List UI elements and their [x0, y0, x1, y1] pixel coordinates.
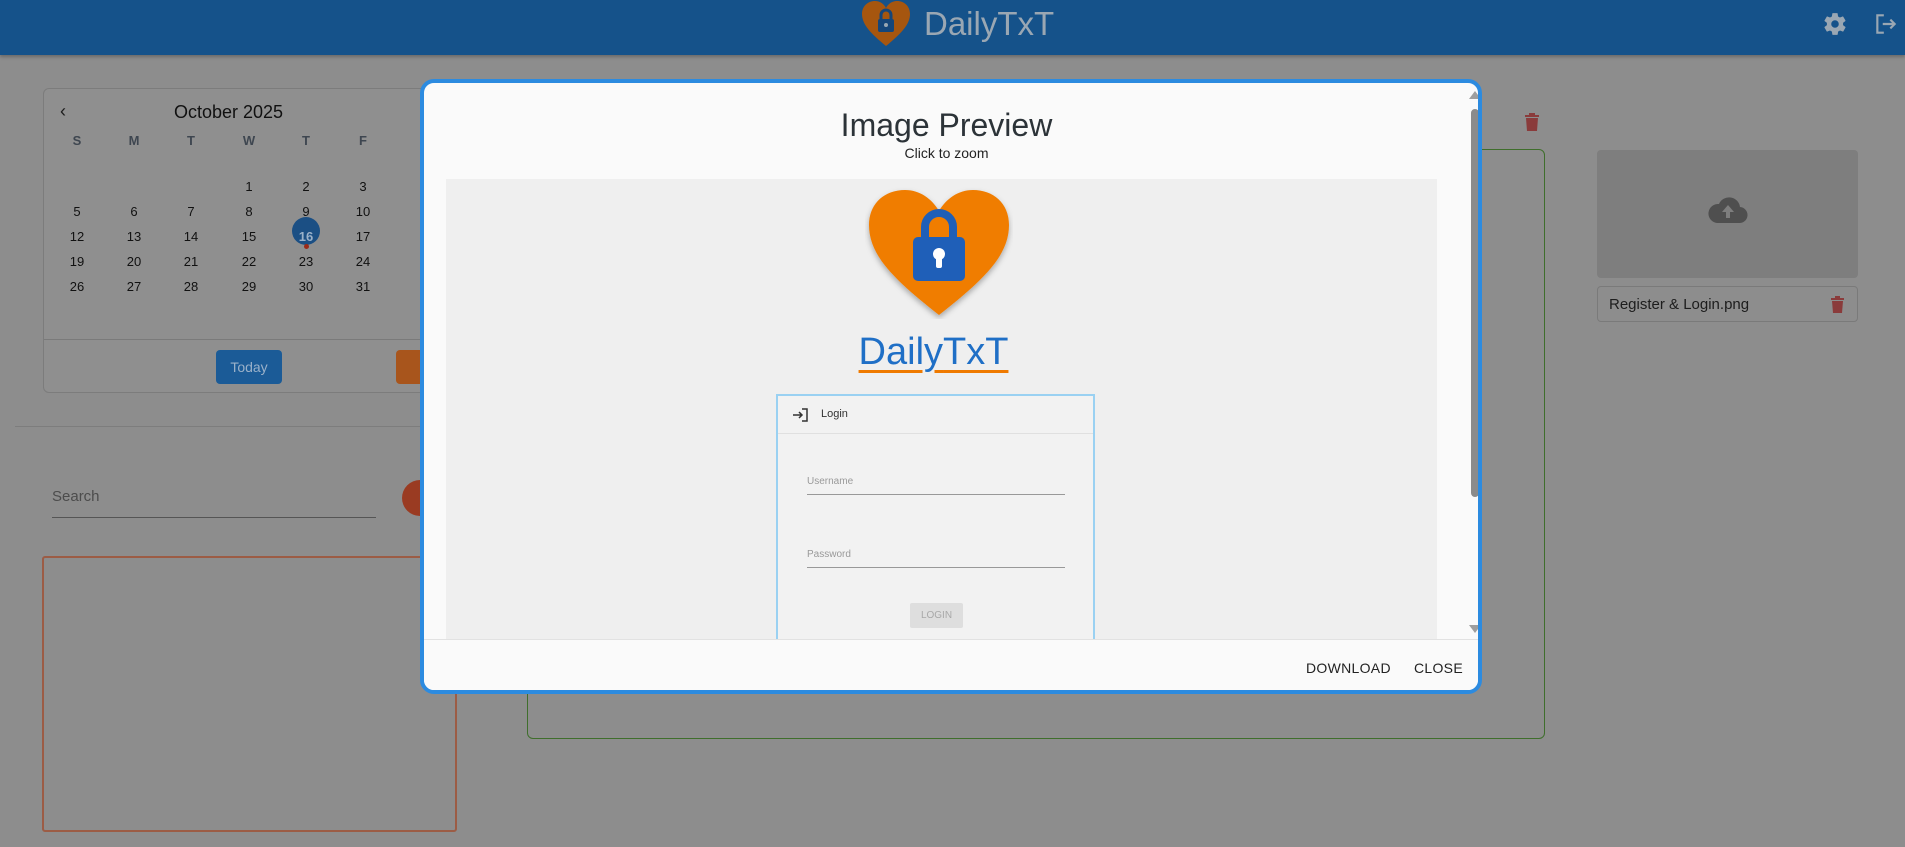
brand: DailyTxT	[860, 0, 1054, 48]
calendar-day[interactable]: 27	[114, 279, 154, 294]
calendar-day[interactable]: 5	[57, 204, 97, 219]
gear-icon[interactable]	[1822, 11, 1848, 37]
calendar-day[interactable]: 19	[57, 254, 97, 269]
weekday-label: T	[302, 133, 310, 148]
top-bar: DailyTxT	[0, 0, 1905, 55]
weekday-label: W	[242, 133, 256, 148]
dialog-scrollbar[interactable]	[1467, 83, 1478, 639]
dialog-title: Image Preview	[840, 107, 1053, 143]
image-preview-dialog: Image Preview Click to zoom DailyTxT Log…	[420, 79, 1482, 694]
calendar-day[interactable]: 26	[57, 279, 97, 294]
calendar-day[interactable]: 28	[171, 279, 211, 294]
calendar-day[interactable]: 16	[286, 229, 326, 244]
calendar-day[interactable]: 12	[57, 229, 97, 244]
calendar-day[interactable]: 3	[343, 179, 383, 194]
calendar-day[interactable]: 7	[171, 204, 211, 219]
calendar-divider	[44, 339, 462, 340]
close-button[interactable]: CLOSE	[1414, 660, 1463, 676]
calendar-day[interactable]: 13	[114, 229, 154, 244]
calendar-day[interactable]: 30	[286, 279, 326, 294]
search-results	[42, 556, 457, 832]
preview-login-header: Login	[778, 396, 1093, 434]
brand-part-daily: Daily	[858, 331, 944, 373]
calendar-day[interactable]: 9	[286, 204, 326, 219]
download-button[interactable]: DOWNLOAD	[1306, 660, 1391, 676]
calendar-day[interactable]: 17	[343, 229, 383, 244]
calendar-day[interactable]: 23	[286, 254, 326, 269]
preview-login-card: Login Username Password LOGIN	[776, 394, 1095, 639]
heart-lock-logo-icon	[862, 1, 910, 46]
calendar-day[interactable]: 15	[229, 229, 269, 244]
calendar-month-label: October 2025	[174, 102, 284, 122]
calendar-day[interactable]: 29	[229, 279, 269, 294]
weekday-label: M	[128, 133, 140, 148]
dialog-subtitle: Click to zoom	[904, 145, 989, 161]
preview-password-field: Password	[807, 549, 1065, 568]
preview-brand: DailyTxT	[446, 331, 1421, 374]
attachment-file-name[interactable]: Register & Login.png	[1609, 296, 1749, 313]
entry-dot	[304, 244, 309, 249]
prev-month-icon[interactable]: ‹	[60, 101, 66, 122]
cloud-upload-icon	[1708, 197, 1748, 224]
calendar-day[interactable]: 10	[343, 204, 383, 219]
scroll-down-arrow-icon[interactable]	[1469, 625, 1478, 633]
calendar-day[interactable]: 21	[171, 254, 211, 269]
preview-username-field: Username	[807, 476, 1065, 495]
scrollbar-thumb[interactable]	[1471, 109, 1478, 497]
calendar-day[interactable]: 31	[343, 279, 383, 294]
logout-icon[interactable]	[1873, 11, 1899, 37]
trash-icon[interactable]	[1831, 296, 1844, 313]
calendar-day[interactable]: 6	[114, 204, 154, 219]
login-icon	[793, 408, 808, 422]
scroll-up-arrow-icon[interactable]	[1469, 91, 1478, 99]
preview-login-button: LOGIN	[910, 603, 963, 628]
calendar-day[interactable]: 14	[171, 229, 211, 244]
calendar-day[interactable]: 24	[343, 254, 383, 269]
weekday-label: S	[72, 133, 82, 148]
today-button[interactable]: Today	[216, 350, 282, 384]
calendar-day[interactable]: 8	[229, 204, 269, 219]
calendar-day[interactable]: 2	[286, 179, 326, 194]
dialog-footer: DOWNLOAD CLOSE	[424, 639, 1478, 690]
search-input[interactable]: Search	[52, 478, 376, 518]
calendar: ‹ October 2025 S M T W T F 1 2 3 5 6 7 8 9 10 12 1…	[43, 88, 463, 393]
trash-icon[interactable]	[1524, 112, 1540, 132]
weekday-label: T	[187, 133, 195, 148]
heart-lock-logo-icon	[869, 190, 1009, 315]
sidebar-divider	[15, 426, 455, 427]
upload-dropzone[interactable]	[1597, 150, 1858, 278]
preview-image[interactable]: DailyTxT Login Username Password LOGIN	[446, 179, 1437, 639]
weekday-label: F	[359, 133, 367, 148]
preview-login-title: Login	[821, 408, 848, 420]
calendar-day[interactable]: 20	[114, 254, 154, 269]
brand-part-txt: TxT	[943, 331, 1009, 373]
attachment-row[interactable]: Register & Login.png	[1597, 286, 1858, 322]
calendar-day[interactable]: 1	[229, 179, 269, 194]
calendar-day[interactable]: 22	[229, 254, 269, 269]
app-title: DailyTxT	[924, 5, 1055, 42]
